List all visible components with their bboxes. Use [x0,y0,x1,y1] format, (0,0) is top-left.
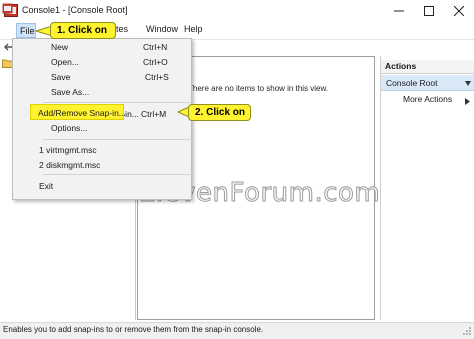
menu-separator [43,102,193,103]
more-actions-link[interactable]: More Actions [403,94,452,104]
menu-separator [43,139,193,140]
recent-file-1[interactable]: 1 virtmgmt.msc [39,145,97,155]
collapse-arrow-icon[interactable] [465,79,471,89]
empty-view-message: There are no items to show in this view. [188,84,329,93]
actions-header: Actions [381,60,474,74]
menu-item-exit[interactable]: Exit [39,181,53,191]
menu-item-options[interactable]: Options... [51,123,87,133]
status-text: Enables you to add snap-ins to or remove… [3,325,264,334]
callout-step-1: 1. Click on [50,22,116,39]
menu-help[interactable]: Help [184,24,203,34]
menu-item-new[interactable]: New [51,42,68,52]
resize-grip-icon[interactable] [463,327,472,338]
console-menu-icon[interactable] [2,3,13,14]
shortcut-open: Ctrl+O [143,57,168,67]
menu-item-add-remove-snap-in-highlighted[interactable]: Add/Remove Snap-in... [38,108,126,118]
menu-separator [43,174,193,175]
window-title: Console1 - [Console Root] [22,5,128,15]
maximize-button[interactable] [414,0,444,22]
shortcut-new: Ctrl+N [143,42,168,52]
minimize-button[interactable] [384,0,414,22]
callout-step-2: 2. Click on [188,104,251,121]
close-button[interactable] [444,0,474,22]
menu-item-open[interactable]: Open... [51,57,79,67]
chevron-right-icon[interactable] [465,97,470,107]
menu-window[interactable]: Window [146,24,178,34]
maximize-icon [424,6,434,16]
recent-file-2[interactable]: 2 diskmgmt.msc [39,160,100,170]
minimize-icon [394,10,404,12]
shortcut-add-remove-snap-in: Ctrl+M [141,109,167,119]
menu-item-save-as[interactable]: Save As... [51,87,89,97]
actions-group-console-root[interactable]: Console Root [381,75,474,91]
menu-item-save[interactable]: Save [51,72,70,82]
close-icon [454,6,464,16]
shortcut-save: Ctrl+S [145,72,169,82]
